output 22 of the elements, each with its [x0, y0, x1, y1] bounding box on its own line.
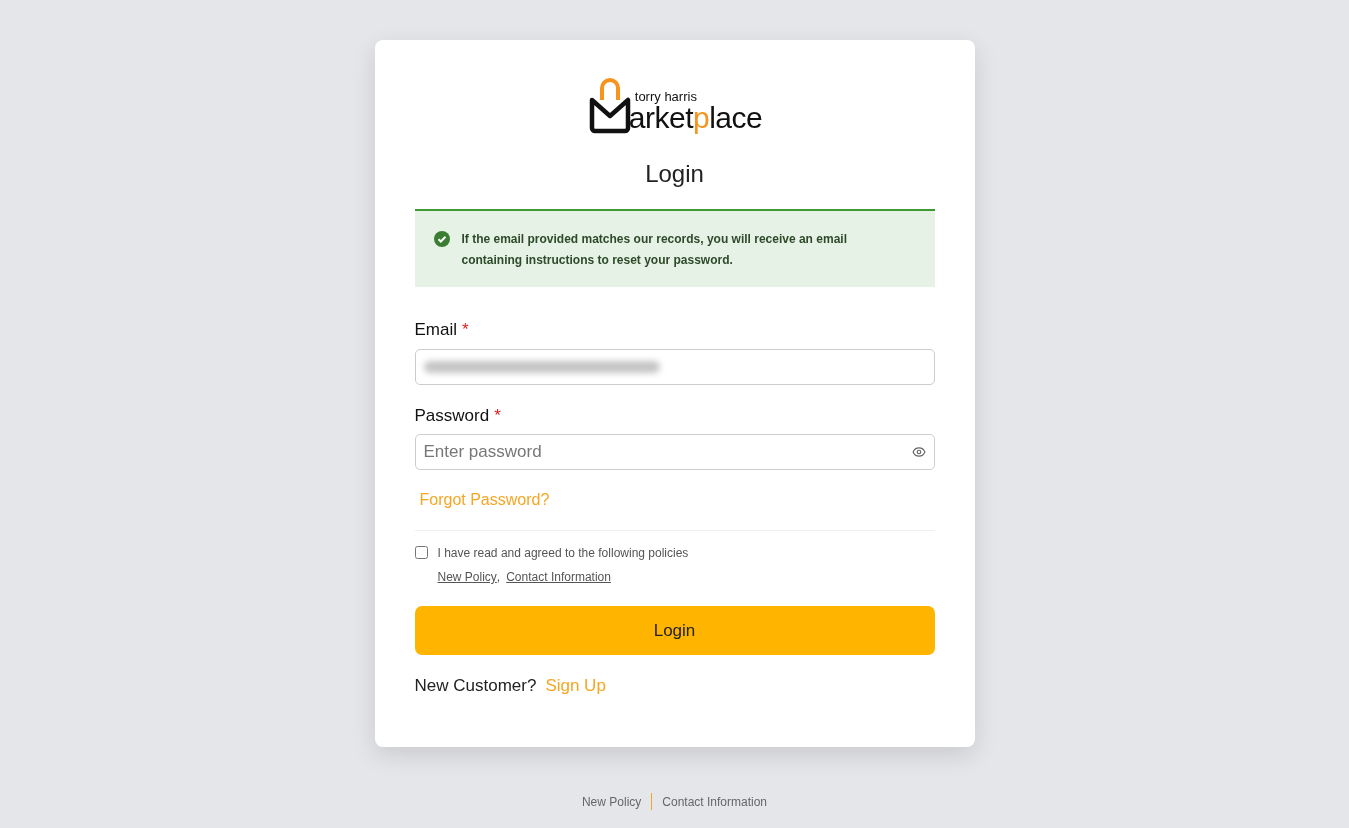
- footer-link[interactable]: Contact Information: [662, 792, 768, 811]
- password-input[interactable]: Enter password: [423, 439, 912, 465]
- field-label: Password: [414, 404, 490, 427]
- field-label: Email: [414, 319, 457, 341]
- policy-checkbox[interactable]: [414, 546, 428, 559]
- logo-wordmark: arketplace: [628, 103, 763, 133]
- policy-link[interactable]: New Policy: [437, 568, 497, 586]
- eye-icon[interactable]: [911, 445, 926, 459]
- required-mark: *: [494, 404, 501, 427]
- link-separator: ,: [496, 569, 501, 586]
- alert-message: If the email provided matches our records, you will receive an email containing instructions to reset your password.: [461, 231, 848, 269]
- required-mark: *: [462, 319, 469, 341]
- policy-link[interactable]: Contact Information: [506, 568, 611, 586]
- logo-tagline: torry harris: [634, 90, 698, 103]
- email-field[interactable]: [414, 348, 935, 385]
- login-button[interactable]: Login: [414, 606, 935, 655]
- page-title: Login: [644, 159, 705, 189]
- password-field[interactable]: Enter password: [414, 434, 935, 470]
- signup-prompt: New Customer?: [414, 675, 537, 697]
- footer-link[interactable]: New Policy: [581, 792, 642, 811]
- consent-text: I have read and agreed to the following policies: [437, 545, 689, 562]
- check-circle-icon: [433, 231, 450, 247]
